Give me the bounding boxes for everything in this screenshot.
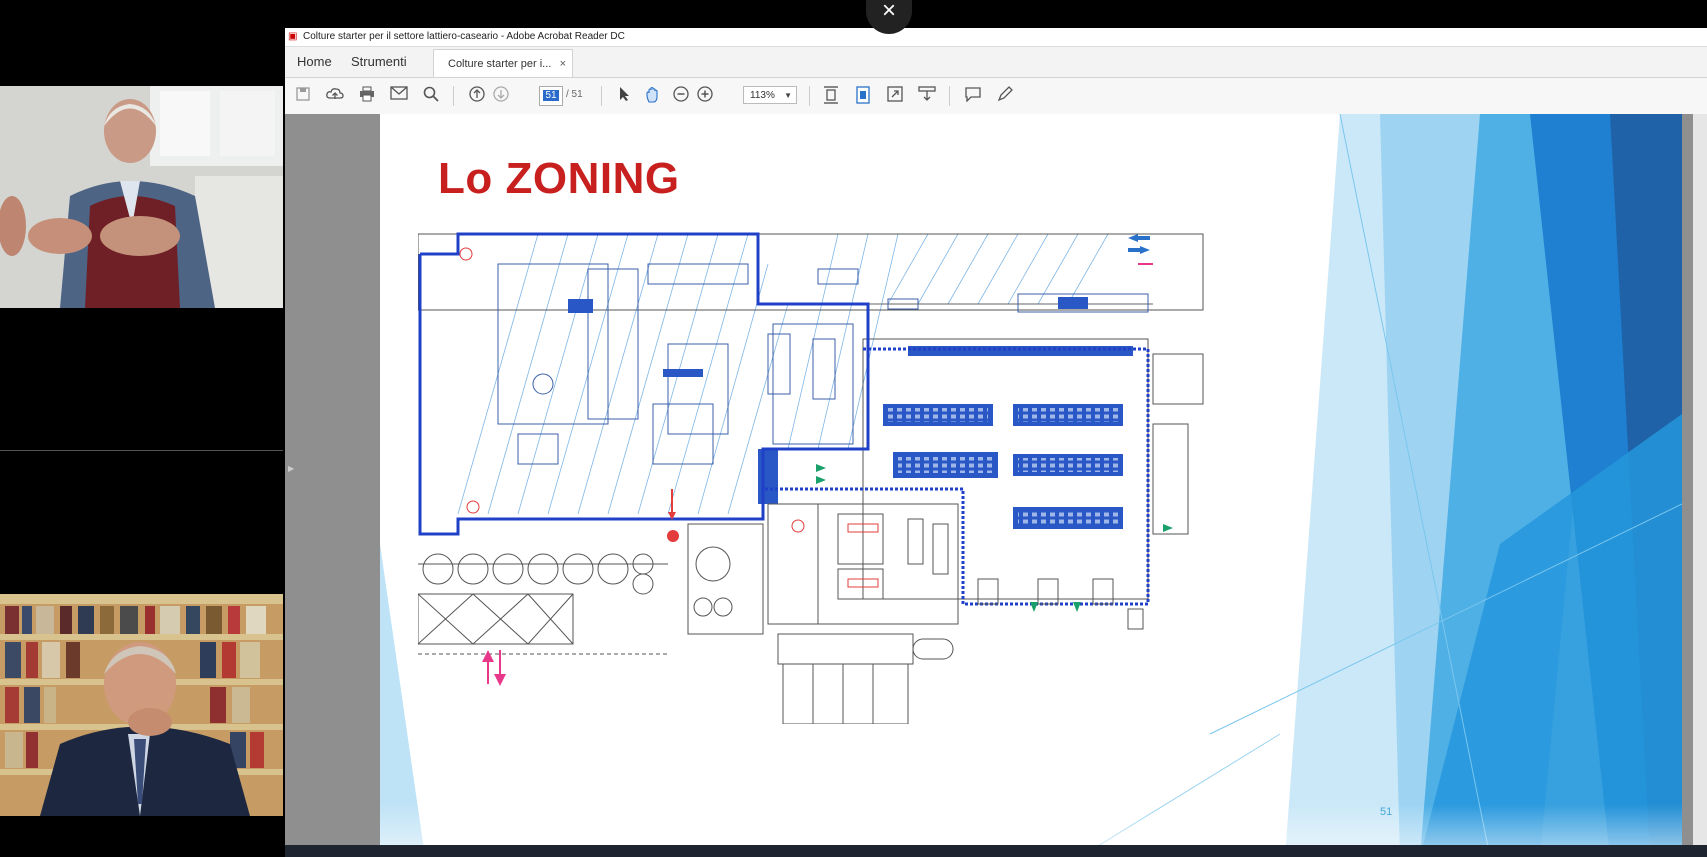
toolbar-separator (809, 86, 810, 106)
floor-plan-diagram (418, 232, 1204, 724)
side-panel-toggle-icon[interactable]: ▶ (288, 464, 294, 473)
page-up-icon[interactable] (467, 86, 487, 106)
home-tab[interactable]: Home (289, 47, 340, 77)
slide-title: Lo ZONING (438, 154, 680, 203)
cursor-icon[interactable] (615, 86, 635, 106)
hand-icon[interactable] (643, 86, 663, 106)
page-total: / 51 (566, 89, 583, 100)
tools-tab[interactable]: Strumenti (343, 47, 415, 77)
pdf-page: Lo ZONING 51 (380, 114, 1682, 857)
vertical-scrollbar[interactable] (1693, 114, 1707, 857)
toolbar-separator (453, 86, 454, 106)
tile-divider (0, 450, 283, 451)
comment-icon[interactable] (963, 86, 983, 106)
toolbar-separator (949, 86, 950, 106)
scroll-mode-icon[interactable] (853, 86, 873, 106)
zoom-select[interactable]: 113% ▼ (743, 86, 797, 104)
document-tab-close-icon[interactable]: × (560, 50, 566, 78)
pdf-icon: ▣ (288, 31, 298, 42)
participant-video (0, 594, 283, 816)
zoom-in-icon[interactable] (695, 86, 715, 106)
zoom-value: 113% (750, 90, 775, 101)
document-viewport[interactable]: ▶ Lo ZONING 51 (285, 114, 1693, 857)
toolbar: 51 / 51 113% ▼ (285, 78, 1707, 115)
zoom-out-icon[interactable] (671, 86, 691, 106)
pen-icon[interactable] (995, 86, 1015, 106)
video-sidebar (0, 0, 283, 857)
document-tab[interactable]: Colture starter per i... × (433, 49, 573, 77)
chevron-down-icon: ▼ (784, 91, 792, 100)
menu-tab-bar: Home Strumenti Colture starter per i... … (285, 47, 1707, 78)
slide-page-number: 51 (1380, 806, 1393, 818)
document-tab-label: Colture starter per i... (448, 58, 552, 70)
video-tile-speaker[interactable] (0, 86, 283, 308)
download-icon[interactable] (917, 86, 937, 106)
email-icon[interactable] (389, 86, 409, 106)
title-bar: ▣ Colture starter per il settore lattier… (285, 28, 1707, 47)
taskbar (285, 845, 1707, 857)
speaker-video (0, 86, 283, 308)
print-icon[interactable] (357, 86, 377, 106)
acrobat-window: ▣ Colture starter per il settore lattier… (285, 28, 1707, 857)
full-screen-icon[interactable] (885, 86, 905, 106)
page-down-icon[interactable] (491, 86, 511, 106)
video-tile-participant[interactable] (0, 594, 283, 816)
toolbar-separator (601, 86, 602, 106)
window-title: Colture starter per il settore lattiero-… (303, 31, 625, 42)
fit-page-icon[interactable] (821, 86, 841, 106)
screen-share-top-bar (283, 0, 1707, 28)
cloud-upload-icon[interactable] (325, 86, 345, 106)
page-number-input[interactable]: 51 (539, 86, 563, 106)
save-icon[interactable] (293, 86, 313, 106)
search-icon[interactable] (421, 86, 441, 106)
